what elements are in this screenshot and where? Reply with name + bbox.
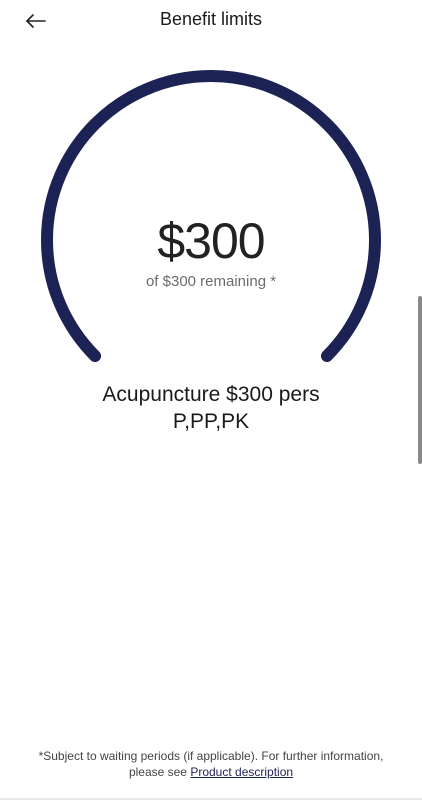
scroll-indicator[interactable] — [418, 296, 422, 464]
page-title: Benefit limits — [159, 9, 263, 29]
benefit-name: Acupuncture $300 pers — [102, 383, 320, 406]
remaining-amount: $300 — [157, 213, 265, 269]
footer-note: *Subject to waiting periods (if applicab… — [20, 748, 402, 780]
benefit-limits-screen: Benefit limits $300 of $300 remaining * … — [0, 0, 422, 800]
benefit-gauge: $300 of $300 remaining * — [0, 60, 422, 390]
header: Benefit limits — [0, 0, 422, 40]
remaining-caption: of $300 remaining * — [145, 273, 277, 290]
product-description-link[interactable]: Product description — [190, 765, 293, 779]
benefit-membership-codes: P,PP,PK — [172, 410, 250, 433]
